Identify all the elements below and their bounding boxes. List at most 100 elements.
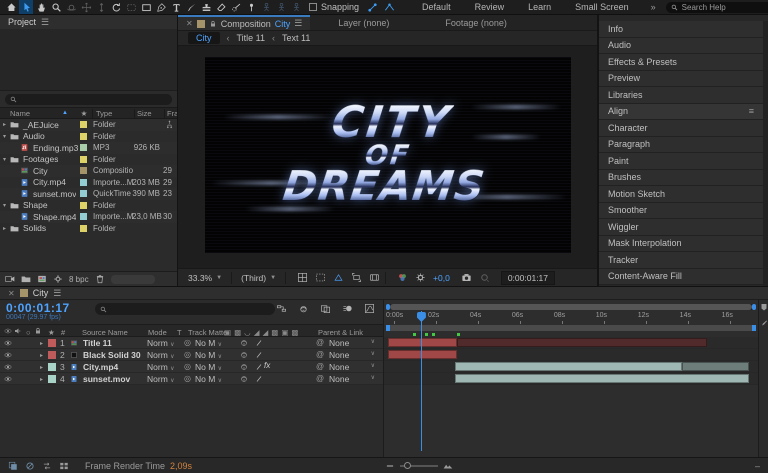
interpret-footage-icon[interactable] xyxy=(5,274,15,284)
keyframe-marker[interactable] xyxy=(413,333,416,336)
sidebar-panel-brushes[interactable]: Brushes xyxy=(599,170,763,187)
layer-row-4[interactable]: ▸4sunset.movNorm ∨◎No M ∨@None∨ xyxy=(0,373,383,385)
search-help-input[interactable]: Search Help xyxy=(666,2,768,13)
orbit-tool[interactable] xyxy=(64,0,78,14)
track-matte-dropdown[interactable]: No M ∨ xyxy=(195,374,222,384)
column-name[interactable]: Name xyxy=(0,109,62,118)
project-tab[interactable]: Project ☰ xyxy=(0,15,177,29)
track-matte-picker-icon[interactable]: ◎ xyxy=(184,362,191,371)
project-row[interactable]: ▸SolidsFolder xyxy=(0,223,177,235)
twirl-icon[interactable]: ▾ xyxy=(0,133,9,140)
hide-shy-layers-icon[interactable] xyxy=(298,303,309,314)
show-channel-icon[interactable] xyxy=(397,272,408,283)
twirl-icon[interactable]: ▾ xyxy=(0,202,9,209)
type-tool[interactable] xyxy=(169,0,183,14)
eye-icon[interactable] xyxy=(4,363,12,371)
label-swatch[interactable] xyxy=(80,144,87,151)
sidebar-panel-smoother[interactable]: Smoother xyxy=(599,203,763,220)
twirl-icon[interactable]: ▸ xyxy=(0,121,9,128)
timeline-graph-area[interactable]: 0:00s02s04s06s08s10s12s14s16s xyxy=(383,300,758,457)
parent-dropdown[interactable]: None∨ xyxy=(329,338,375,348)
show-snapshot-icon[interactable] xyxy=(479,272,490,283)
column-type[interactable]: Type xyxy=(92,109,134,118)
pixel-aspect-icon[interactable] xyxy=(369,272,380,283)
sidebar-panel-motion-sketch[interactable]: Motion Sketch xyxy=(599,186,763,203)
panel-menu-icon[interactable]: ☰ xyxy=(41,17,49,28)
twirl-icon[interactable]: ▸ xyxy=(40,352,43,359)
region-of-interest-icon[interactable] xyxy=(351,272,362,283)
parent-dropdown[interactable]: None∨ xyxy=(329,362,375,372)
bone-tool[interactable] xyxy=(289,0,303,14)
resolution-dropdown[interactable]: (Third)▼ xyxy=(237,272,280,284)
exposure-value[interactable]: +0,0 xyxy=(433,273,450,283)
sidebar-panel-audio[interactable]: Audio xyxy=(599,38,763,55)
layer-bar-lane[interactable] xyxy=(384,361,758,373)
stamp-tool[interactable] xyxy=(199,0,213,14)
bone-tool[interactable] xyxy=(274,0,288,14)
toggle-mask-icon[interactable] xyxy=(315,272,326,283)
bone-tool[interactable] xyxy=(259,0,273,14)
mode-dropdown[interactable]: Norm ∨ xyxy=(147,374,175,384)
playhead-line[interactable] xyxy=(421,311,422,451)
pick-whip-icon[interactable]: @ xyxy=(316,374,324,383)
column-parent-link[interactable]: Parent & Link xyxy=(318,328,363,337)
layer-row-3[interactable]: ▸3City.mp4Norm ∨◎No M ∨fx@None∨ xyxy=(0,361,383,373)
keyframe-marker[interactable] xyxy=(432,333,435,336)
label-swatch[interactable] xyxy=(80,190,87,197)
new-folder-icon[interactable] xyxy=(21,274,31,284)
project-row[interactable]: ▾AudioFolder xyxy=(0,131,177,143)
camera-dolly-tool[interactable] xyxy=(94,0,108,14)
mode-dropdown[interactable]: Norm ∨ xyxy=(147,350,175,360)
rect-tool[interactable] xyxy=(139,0,153,14)
toggle-transparency-icon[interactable] xyxy=(333,272,344,283)
workspace-learn[interactable]: Learn xyxy=(528,2,551,12)
track-matte-picker-icon[interactable]: ◎ xyxy=(184,374,191,383)
workspace-default[interactable]: Default xyxy=(422,2,451,12)
workspace-small-screen[interactable]: Small Screen xyxy=(575,2,629,12)
label-swatch[interactable] xyxy=(48,363,56,371)
rotobrush-tool[interactable] xyxy=(229,0,243,14)
comp-button-icon[interactable] xyxy=(760,319,768,327)
twirl-icon[interactable]: ▸ xyxy=(40,340,43,347)
project-row[interactable]: sunset.movQuickTime390 MB23 xyxy=(0,188,177,200)
audio-toggle[interactable] xyxy=(14,363,22,371)
layer-name[interactable]: City.mp4 xyxy=(83,362,118,372)
home-tool[interactable] xyxy=(4,0,18,14)
label-swatch[interactable] xyxy=(80,156,87,163)
track-matte-dropdown[interactable]: No M ∨ xyxy=(195,338,222,348)
sidebar-panel-character[interactable]: Character xyxy=(599,120,763,137)
snapshot-camera-icon[interactable] xyxy=(461,272,472,283)
solo-toggle[interactable] xyxy=(24,375,32,383)
quality-switch[interactable] xyxy=(255,363,263,373)
snap-node-tool[interactable] xyxy=(365,0,379,14)
solo-toggle[interactable] xyxy=(24,363,32,371)
timeline-zoom-control[interactable] xyxy=(385,461,453,471)
mode-dropdown[interactable]: Norm ∨ xyxy=(147,338,175,348)
bit-depth-label[interactable]: 8 bpc xyxy=(69,275,89,284)
zoom-tool[interactable] xyxy=(49,0,63,14)
brush-tool[interactable] xyxy=(184,0,198,14)
current-timecode[interactable]: 0:00:01:17 xyxy=(6,301,70,315)
close-icon[interactable]: ✕ xyxy=(8,289,15,298)
motion-blur-icon[interactable] xyxy=(342,303,353,314)
rotate-tool[interactable] xyxy=(109,0,123,14)
layer-name[interactable]: sunset.mov xyxy=(83,374,130,384)
sidebar-panel-info[interactable]: Info xyxy=(599,21,763,38)
pick-whip-icon[interactable]: @ xyxy=(316,362,324,371)
shy-switch[interactable] xyxy=(240,375,248,385)
choose-grid-guides-icon[interactable] xyxy=(297,272,308,283)
project-row[interactable]: CityComposition29 xyxy=(0,165,177,177)
magnification-dropdown[interactable]: 33.3%▼ xyxy=(184,272,226,284)
eye-icon[interactable] xyxy=(4,339,12,347)
label-swatch[interactable] xyxy=(80,213,87,220)
composition-viewer[interactable]: CITY OF DREAMS xyxy=(178,46,597,268)
breadcrumb-comp[interactable]: City xyxy=(188,32,220,44)
label-swatch[interactable] xyxy=(80,179,87,186)
sidebar-scrollbar[interactable] xyxy=(763,21,768,286)
preview-timecode[interactable]: 0:00:01:17 xyxy=(501,271,555,285)
label-swatch[interactable] xyxy=(48,339,56,347)
column-source-name[interactable]: Source Name xyxy=(82,328,128,337)
time-ruler[interactable]: 0:00s02s04s06s08s10s12s14s16s xyxy=(384,311,758,324)
hand-tool[interactable] xyxy=(34,0,48,14)
column-track-matte[interactable]: Track Matte xyxy=(188,328,227,337)
